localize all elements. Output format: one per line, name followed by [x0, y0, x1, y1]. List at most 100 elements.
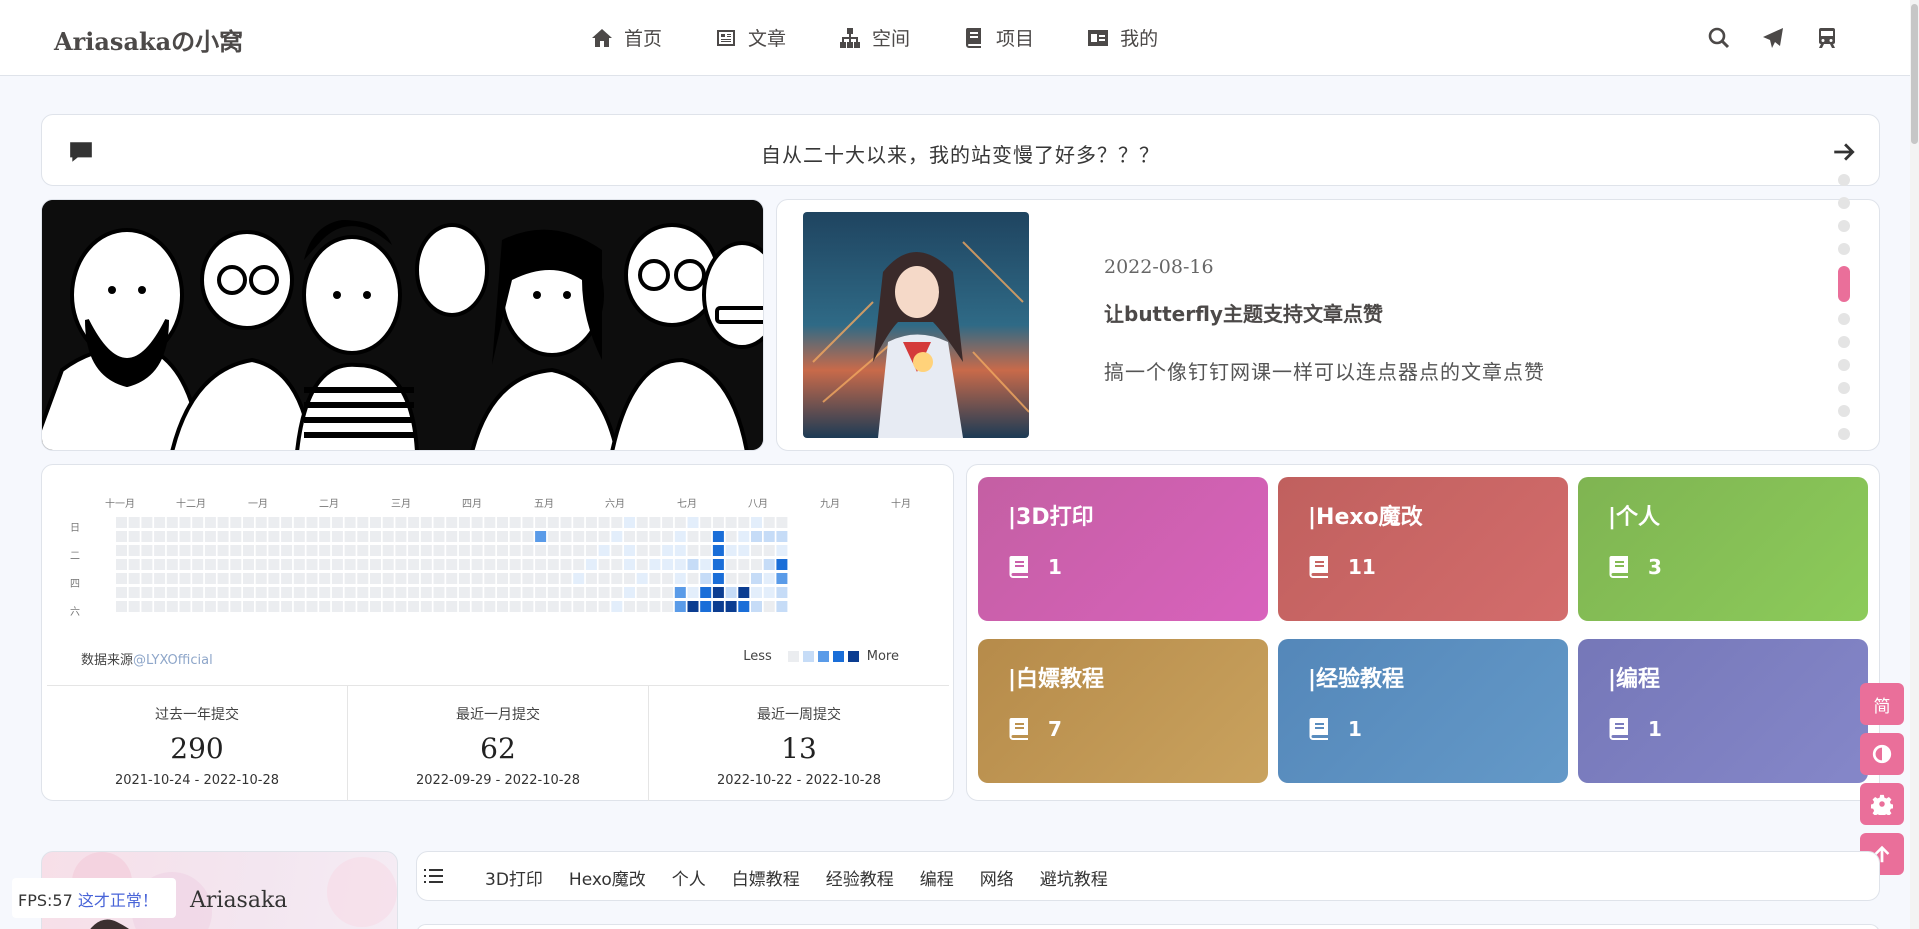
- heatmap-cell[interactable]: [547, 545, 559, 556]
- heatmap-cell[interactable]: [382, 545, 394, 556]
- heatmap-cell[interactable]: [204, 545, 216, 556]
- heatmap-cell[interactable]: [204, 601, 216, 612]
- category-bar-item[interactable]: 3D打印: [485, 865, 543, 890]
- category-bar-item[interactable]: Hexo魔改: [569, 865, 646, 890]
- heatmap-cell[interactable]: [230, 573, 242, 584]
- heatmap-cell[interactable]: [128, 573, 140, 584]
- heatmap-cell[interactable]: [192, 559, 204, 570]
- heatmap-cell[interactable]: [382, 573, 394, 584]
- heatmap-cell[interactable]: [433, 545, 445, 556]
- heatmap-cell[interactable]: [662, 559, 674, 570]
- heatmap-cell[interactable]: [573, 559, 585, 570]
- heatmap-cell[interactable]: [344, 531, 356, 542]
- heatmap-cell[interactable]: [128, 559, 140, 570]
- heatmap-cell[interactable]: [700, 545, 712, 556]
- heatmap-cell[interactable]: [382, 531, 394, 542]
- heatmap-cell[interactable]: [484, 517, 496, 528]
- heatmap-cell[interactable]: [217, 587, 229, 598]
- heatmap-cell[interactable]: [370, 573, 381, 584]
- heatmap-cell[interactable]: [420, 587, 432, 598]
- heatmap-cell[interactable]: [141, 517, 153, 528]
- heatmap-cell[interactable]: [433, 517, 445, 528]
- menu-item-mine[interactable]: 我的: [1086, 24, 1158, 51]
- heatmap-cell[interactable]: [395, 545, 407, 556]
- heatmap-cell[interactable]: [712, 587, 724, 598]
- heatmap-cell[interactable]: [725, 545, 737, 556]
- heatmap-cell[interactable]: [738, 531, 750, 542]
- category-bar-item[interactable]: 经验教程: [826, 865, 894, 890]
- heatmap-cell[interactable]: [636, 559, 648, 570]
- heatmap-cell[interactable]: [255, 531, 267, 542]
- heatmap-cell[interactable]: [179, 517, 191, 528]
- heatmap-cell[interactable]: [611, 573, 623, 584]
- heatmap-cell[interactable]: [471, 517, 483, 528]
- heatmap-cell[interactable]: [598, 517, 610, 528]
- heatmap-cell[interactable]: [458, 517, 470, 528]
- heatmap-cell[interactable]: [611, 531, 623, 542]
- heatmap-cell[interactable]: [217, 545, 229, 556]
- carousel-dot[interactable]: [1838, 382, 1850, 394]
- heatmap-cell[interactable]: [281, 601, 293, 612]
- heatmap-cell[interactable]: [547, 601, 559, 612]
- heatmap-cell[interactable]: [306, 545, 318, 556]
- heatmap-cell[interactable]: [522, 545, 534, 556]
- heatmap-cell[interactable]: [751, 573, 762, 584]
- heatmap-cell[interactable]: [662, 545, 674, 556]
- heatmap-cell[interactable]: [509, 587, 521, 598]
- carousel-dot[interactable]: [1838, 428, 1850, 440]
- heatmap-cell[interactable]: [166, 573, 178, 584]
- heatmap-cell[interactable]: [471, 531, 483, 542]
- heatmap-cell[interactable]: [230, 531, 242, 542]
- heatmap-cell[interactable]: [217, 601, 229, 612]
- train-icon[interactable]: [1815, 26, 1839, 50]
- heatmap-cell[interactable]: [281, 531, 293, 542]
- heatmap-cell[interactable]: [751, 531, 762, 542]
- translate-button[interactable]: 简: [1860, 683, 1904, 725]
- heatmap-cell[interactable]: [471, 601, 483, 612]
- heatmap-cell[interactable]: [166, 601, 178, 612]
- heatmap-cell[interactable]: [674, 545, 686, 556]
- heatmap-cell[interactable]: [243, 517, 254, 528]
- heatmap-cell[interactable]: [154, 587, 166, 598]
- heatmap-cell[interactable]: [458, 587, 470, 598]
- heatmap-cell[interactable]: [763, 559, 775, 570]
- heatmap-cell[interactable]: [192, 587, 204, 598]
- heatmap-cell[interactable]: [776, 587, 788, 598]
- heatmap-cell[interactable]: [179, 573, 191, 584]
- heatmap-cell[interactable]: [154, 545, 166, 556]
- heatmap-cell[interactable]: [395, 531, 407, 542]
- heatmap-cell[interactable]: [116, 573, 127, 584]
- heatmap-cell[interactable]: [255, 587, 267, 598]
- heatmap-cell[interactable]: [484, 573, 496, 584]
- heatmap-cell[interactable]: [611, 601, 623, 612]
- heatmap-cell[interactable]: [560, 587, 572, 598]
- heatmap-cell[interactable]: [433, 531, 445, 542]
- heatmap-cell[interactable]: [357, 573, 369, 584]
- heatmap-cell[interactable]: [192, 601, 204, 612]
- heatmap-cell[interactable]: [281, 559, 293, 570]
- heatmap-cell[interactable]: [751, 559, 762, 570]
- heatmap-cell[interactable]: [268, 545, 280, 556]
- heatmap-cell[interactable]: [712, 601, 724, 612]
- heatmap-cell[interactable]: [141, 587, 153, 598]
- heatmap-cell[interactable]: [484, 545, 496, 556]
- heatmap-cell[interactable]: [192, 517, 204, 528]
- heatmap-cell[interactable]: [179, 559, 191, 570]
- heatmap-cell[interactable]: [687, 559, 699, 570]
- heatmap-cell[interactable]: [357, 559, 369, 570]
- heatmap-cell[interactable]: [522, 559, 534, 570]
- heatmap-cell[interactable]: [535, 545, 547, 556]
- heatmap-cell[interactable]: [751, 601, 762, 612]
- heatmap-cell[interactable]: [560, 517, 572, 528]
- heatmap-cell[interactable]: [408, 517, 420, 528]
- heatmap-cell[interactable]: [395, 573, 407, 584]
- heatmap-cell[interactable]: [725, 517, 737, 528]
- data-source-link[interactable]: @LYXOfficial: [133, 653, 213, 668]
- heatmap-cell[interactable]: [624, 559, 635, 570]
- heatmap-cell[interactable]: [522, 531, 534, 542]
- heatmap-cell[interactable]: [712, 531, 724, 542]
- heatmap-cell[interactable]: [738, 559, 750, 570]
- heatmap-cell[interactable]: [674, 573, 686, 584]
- heatmap-cell[interactable]: [674, 517, 686, 528]
- dark-mode-button[interactable]: [1860, 733, 1904, 775]
